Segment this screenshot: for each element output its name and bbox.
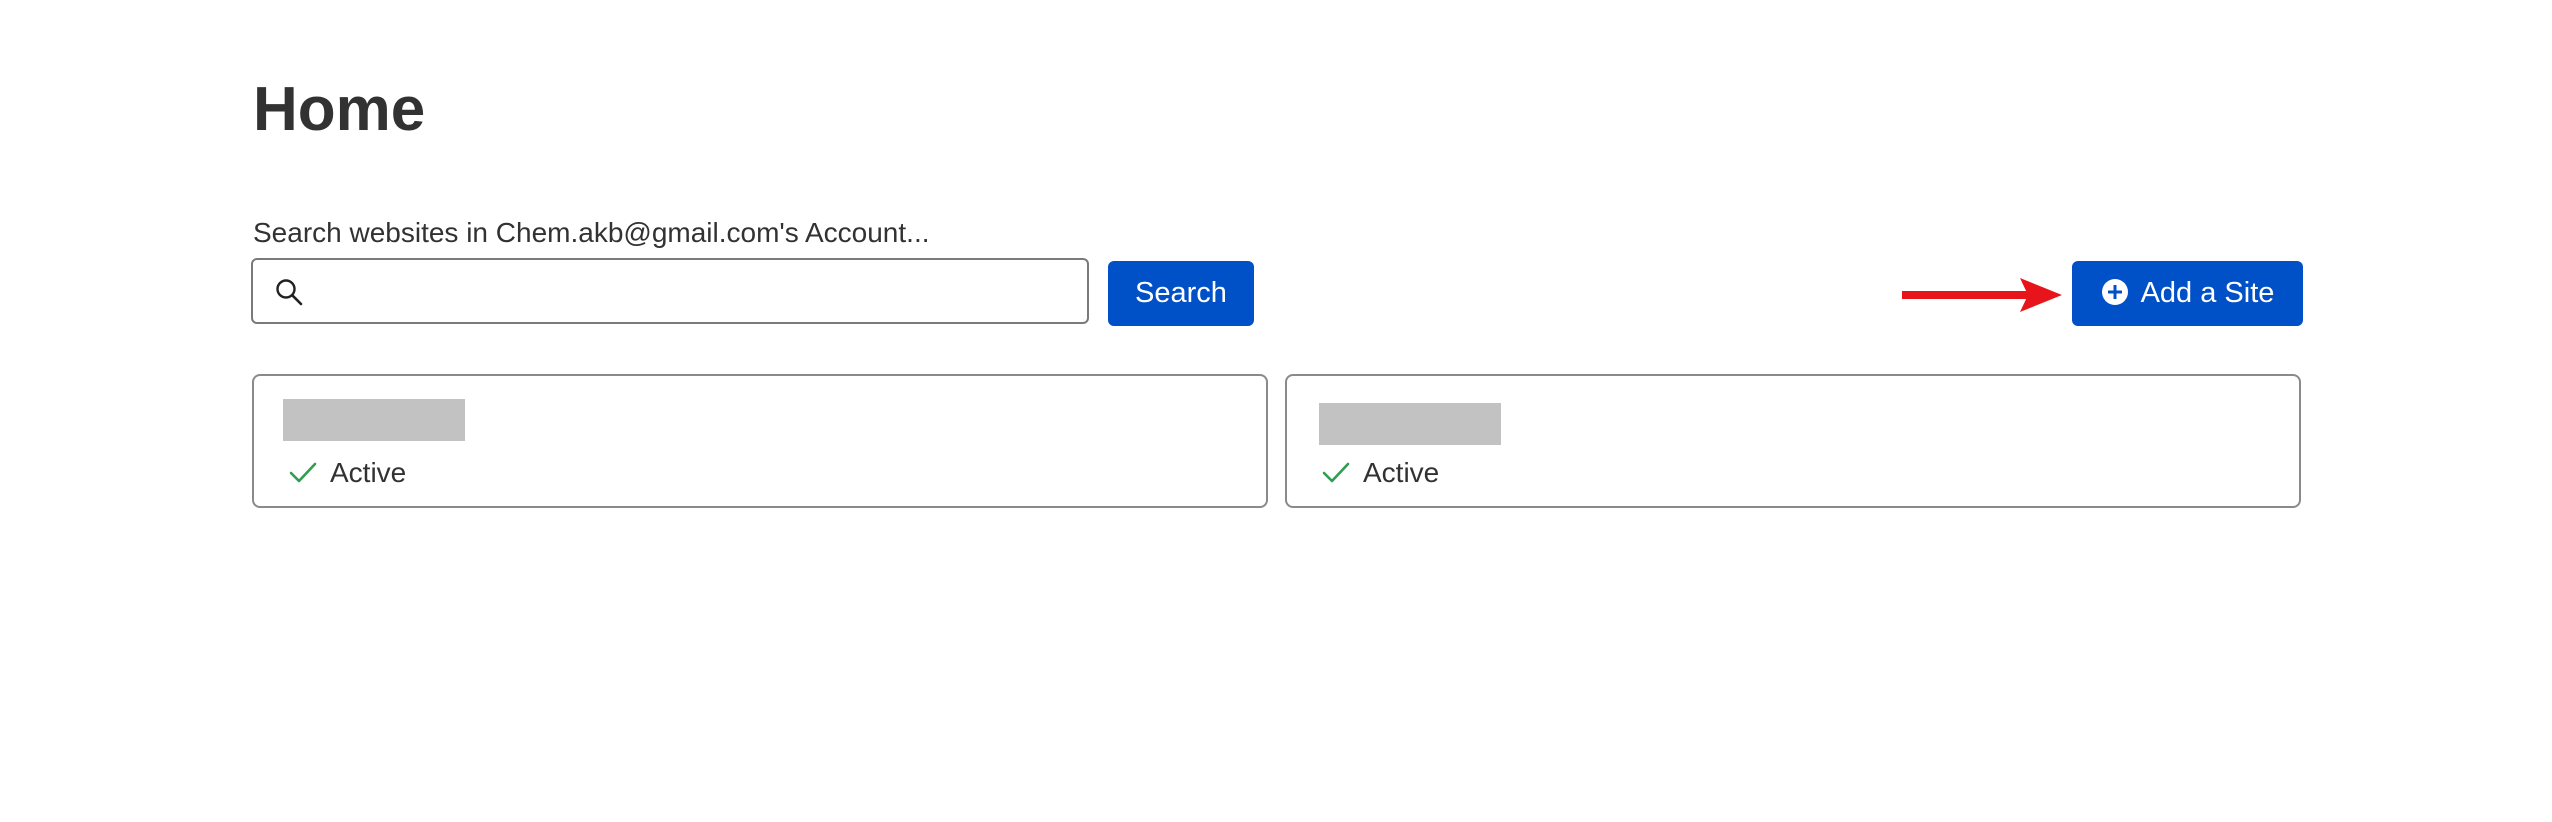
search-box[interactable] <box>251 258 1089 324</box>
search-input[interactable] <box>319 266 1073 318</box>
site-card[interactable]: Active <box>252 374 1268 508</box>
checkmark-icon <box>1322 462 1350 483</box>
search-icon <box>276 279 303 306</box>
site-name-redacted <box>1319 403 1501 445</box>
status-badge: Active <box>1321 456 1439 490</box>
status-text: Active <box>1363 457 1440 488</box>
site-card[interactable]: Active <box>1285 374 2301 508</box>
status-text: Active <box>330 457 407 488</box>
annotation-arrow <box>1902 278 2062 312</box>
site-name-redacted <box>283 399 465 441</box>
status-badge: Active <box>288 456 406 490</box>
add-site-button[interactable]: Add a Site <box>2072 261 2303 326</box>
add-site-label: Add a Site <box>2140 277 2275 309</box>
search-button-label: Search <box>1135 277 1227 309</box>
page-title: Home <box>253 75 426 144</box>
plus-circle-icon <box>2101 279 2128 305</box>
search-button[interactable]: Search <box>1108 261 1254 326</box>
search-label: Search websites in Chem.akb@gmail.com's … <box>253 217 930 248</box>
checkmark-icon <box>289 462 317 483</box>
